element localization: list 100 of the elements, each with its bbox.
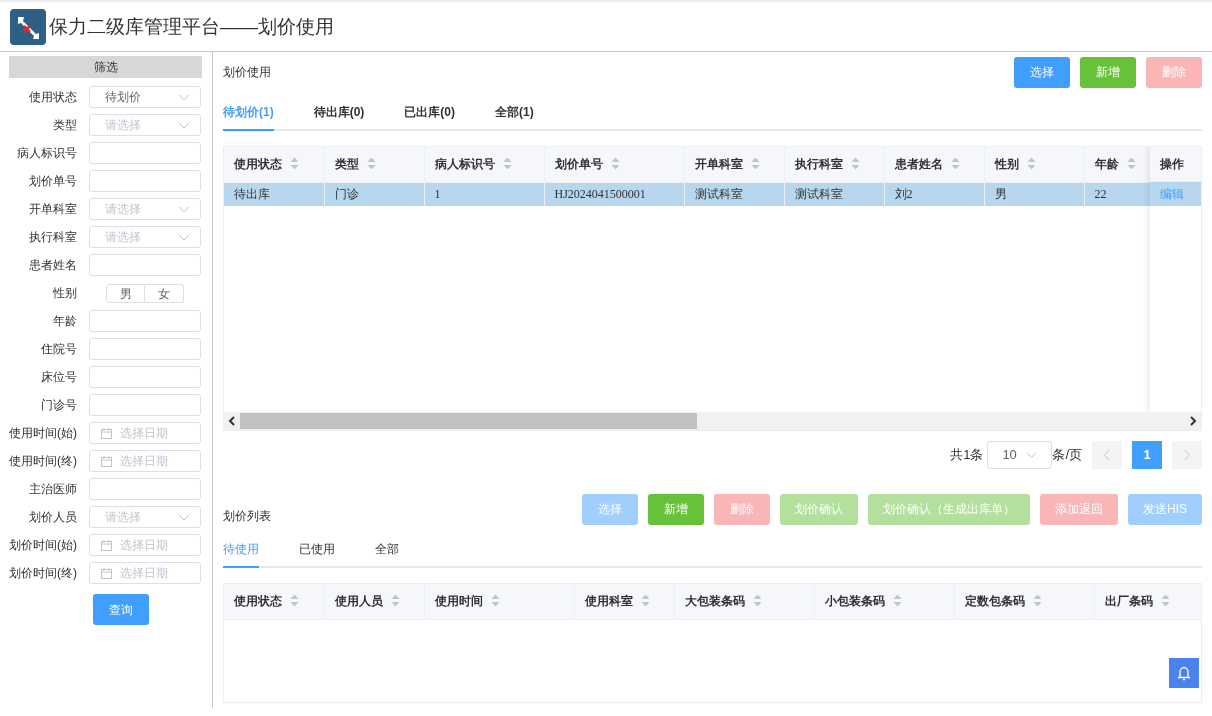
sort-icon[interactable]	[490, 594, 500, 608]
sort-icon[interactable]	[950, 157, 960, 171]
input-field[interactable]	[89, 142, 201, 164]
next-page-button[interactable]	[1172, 441, 1202, 469]
column-header: 性别	[994, 157, 1019, 172]
select-field[interactable]: 请选择	[89, 226, 201, 248]
sort-icon[interactable]	[390, 594, 400, 608]
tab[interactable]: 已出库(0)	[404, 95, 455, 131]
date-field[interactable]: 选择日期	[89, 534, 201, 556]
gender-option[interactable]: 女	[145, 283, 184, 303]
notification-button[interactable]	[1169, 658, 1199, 688]
column-header: 使用人员	[334, 594, 383, 609]
field-label: 类型	[52, 117, 77, 134]
chevron-down-icon	[178, 513, 190, 521]
sort-icon[interactable]	[1026, 157, 1036, 171]
column-header: 执行科室	[794, 157, 843, 172]
select-field[interactable]: 请选择	[89, 198, 201, 220]
sort-icon[interactable]	[502, 157, 512, 171]
column-header: 小包装条码	[824, 594, 885, 609]
sort-icon[interactable]	[366, 157, 376, 171]
sort-icon[interactable]	[1160, 594, 1170, 608]
field-label: 划价时间(始)	[9, 537, 77, 554]
field-label: 性别	[52, 285, 77, 302]
column-header: 患者姓名	[894, 157, 943, 172]
page-button[interactable]: 1	[1132, 441, 1162, 469]
scrollbar-thumb[interactable]	[240, 413, 697, 429]
calendar-icon	[101, 455, 112, 467]
input-field[interactable]	[89, 338, 201, 360]
table-cell: 门诊	[324, 182, 424, 206]
table-cell: 男	[984, 182, 1084, 206]
sort-icon[interactable]	[752, 594, 762, 608]
table-row[interactable]: 待出库 门诊 1 HJ2024041500001 测试科室 测试科室 刘2 男 22	[224, 182, 1152, 206]
column-header: 出厂条码	[1104, 594, 1153, 609]
select-field[interactable]: 待划价	[89, 86, 201, 108]
field-label: 开单科室	[28, 201, 77, 218]
column-header: 使用状态	[234, 157, 282, 172]
date-field[interactable]: 选择日期	[89, 450, 201, 472]
action-button[interactable]: 选择	[1014, 56, 1070, 88]
input-field[interactable]	[89, 310, 201, 332]
input-field[interactable]	[89, 394, 201, 416]
tab[interactable]: 已使用	[299, 532, 335, 568]
gender-option[interactable]: 男	[106, 283, 145, 303]
sort-icon[interactable]	[892, 594, 902, 608]
page-size-select[interactable]: 10	[987, 441, 1053, 469]
tab[interactable]: 全部(1)	[495, 95, 534, 131]
query-button[interactable]: 查询	[92, 594, 149, 625]
column-header: 病人标识号	[434, 157, 495, 172]
select-field[interactable]: 请选择	[89, 506, 201, 528]
sort-icon[interactable]	[850, 157, 860, 171]
chevron-right-icon	[1183, 449, 1191, 461]
input-field[interactable]	[89, 170, 201, 192]
field-label: 床位号	[40, 369, 77, 386]
column-header: 划价单号	[554, 157, 603, 172]
table-cell: 测试科室	[784, 182, 884, 206]
select-field[interactable]: 请选择	[89, 114, 201, 136]
filter-header: 筛选	[9, 56, 202, 78]
date-field[interactable]: 选择日期	[89, 562, 201, 584]
column-header: 使用时间	[434, 594, 483, 609]
table-cell: 1	[424, 182, 544, 206]
chevron-down-icon	[178, 121, 190, 129]
sort-icon[interactable]	[640, 594, 650, 608]
column-header: 年龄	[1094, 157, 1119, 172]
sort-icon[interactable]	[290, 157, 299, 171]
chevron-left-icon	[1103, 449, 1111, 461]
date-field[interactable]: 选择日期	[89, 422, 201, 444]
horizontal-scrollbar[interactable]	[224, 412, 1201, 430]
column-header: 使用科室	[584, 594, 633, 609]
tab[interactable]: 待出库(0)	[313, 95, 365, 131]
sort-icon[interactable]	[610, 157, 620, 171]
tab[interactable]: 待划价(1)	[223, 95, 274, 131]
sort-icon[interactable]	[1032, 594, 1042, 608]
calendar-icon	[101, 427, 112, 439]
field-label: 划价时间(终)	[9, 565, 77, 582]
table-cell: HJ2024041500001	[544, 182, 684, 206]
sort-icon[interactable]	[290, 594, 299, 608]
column-header: 使用状态	[234, 594, 282, 609]
sort-icon[interactable]	[1126, 157, 1136, 171]
table-cell: 待出库	[224, 182, 324, 206]
page-size-label: 条/页	[1052, 446, 1082, 465]
field-label: 划价单号	[28, 173, 77, 190]
column-header: 开单科室	[694, 157, 743, 172]
field-label: 住院号	[40, 341, 77, 358]
action-button[interactable]: 新增	[1080, 56, 1136, 88]
bell-icon	[1176, 665, 1192, 681]
input-field[interactable]	[89, 366, 201, 388]
field-label: 病人标识号	[16, 145, 77, 162]
section-title: 划价使用	[223, 64, 271, 81]
column-header: 大包装条码	[684, 594, 745, 609]
input-field[interactable]	[89, 478, 201, 500]
previous-page-button[interactable]	[1092, 441, 1122, 469]
tab[interactable]: 全部	[375, 532, 399, 568]
sort-icon[interactable]	[750, 157, 760, 171]
page-title: 保力二级库管理平台——划价使用	[49, 14, 334, 39]
field-label: 使用时间(终)	[9, 453, 77, 470]
action-button[interactable]: 新增	[648, 493, 704, 525]
field-label: 执行科室	[28, 229, 77, 246]
wrench-logo-icon	[10, 9, 46, 45]
section-title: 划价列表	[223, 508, 271, 525]
input-field[interactable]	[89, 254, 201, 276]
tab[interactable]: 待使用	[223, 532, 259, 568]
